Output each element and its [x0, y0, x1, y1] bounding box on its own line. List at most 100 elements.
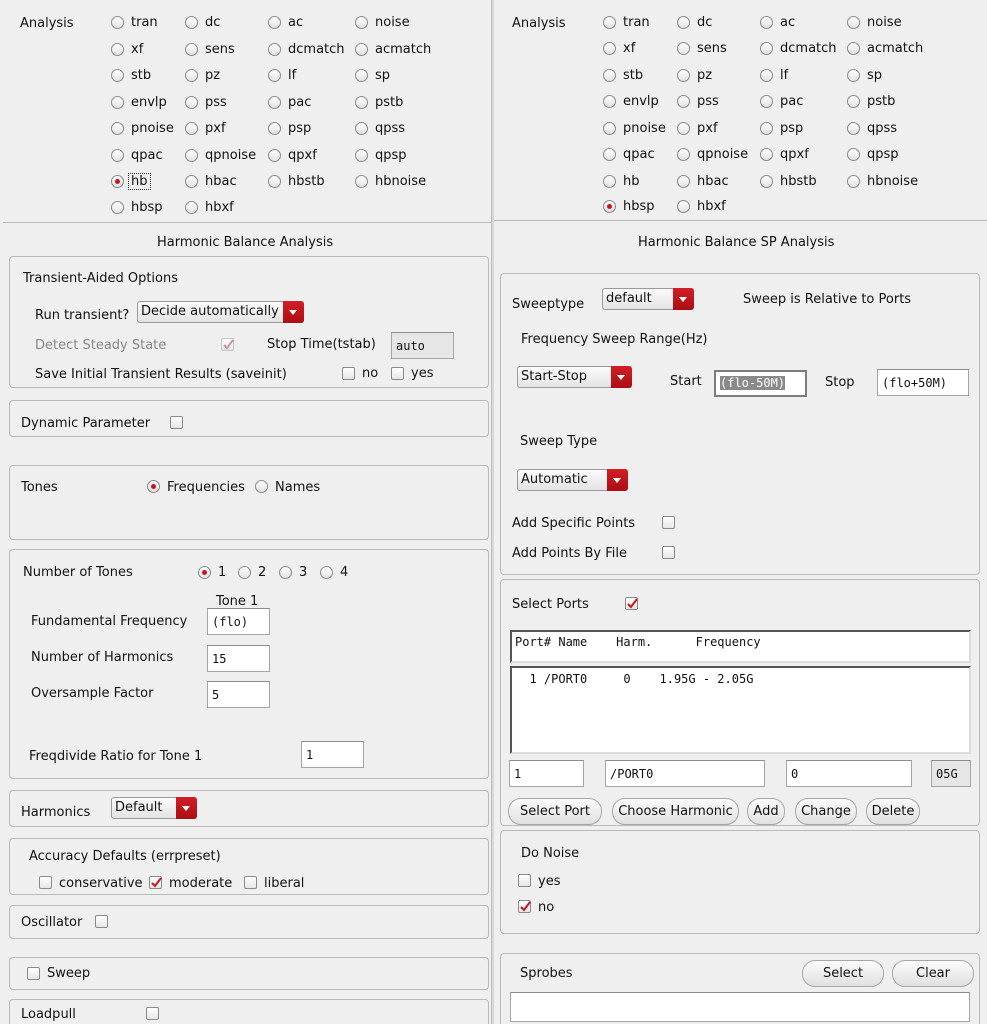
- analysis-radio-acmatch[interactable]: [355, 43, 368, 56]
- analysis-radio-tran[interactable]: [111, 16, 124, 29]
- analysis-radio-hbstb[interactable]: [268, 175, 281, 188]
- analysis-radio-hbstb[interactable]: [760, 175, 773, 188]
- noise-yes-checkbox[interactable]: [518, 874, 531, 887]
- moderate-checkbox[interactable]: [149, 876, 162, 889]
- delete-button[interactable]: Delete: [866, 798, 920, 825]
- analysis-radio-pz[interactable]: [185, 69, 198, 82]
- sprobes-select-button[interactable]: Select: [802, 960, 884, 987]
- tone-count-radio-4[interactable]: [320, 566, 333, 579]
- oversample-factor-field[interactable]: 5: [207, 681, 270, 708]
- analysis-radio-hbac[interactable]: [677, 175, 690, 188]
- change-button[interactable]: Change: [795, 798, 857, 825]
- tone-count-radio-2[interactable]: [238, 566, 251, 579]
- analysis-radio-hbxf[interactable]: [677, 200, 690, 213]
- run-transient-select[interactable]: Decide automatically: [137, 301, 304, 323]
- select-ports-checkbox[interactable]: [625, 597, 638, 610]
- analysis-radio-pstb[interactable]: [847, 95, 860, 108]
- save-yes-checkbox[interactable]: [391, 367, 404, 380]
- analysis-radio-qpsp[interactable]: [355, 149, 368, 162]
- ports-table[interactable]: 1 /PORT0 0 1.95G - 2.05G: [510, 666, 971, 754]
- analysis-radio-hbsp[interactable]: [603, 200, 616, 213]
- analysis-radio-dcmatch[interactable]: [268, 43, 281, 56]
- analysis-radio-ac[interactable]: [760, 16, 773, 29]
- add-specific-points-checkbox[interactable]: [662, 516, 675, 529]
- analysis-radio-pac[interactable]: [760, 95, 773, 108]
- analysis-radio-envlp[interactable]: [603, 95, 616, 108]
- analysis-radio-hbnoise[interactable]: [847, 175, 860, 188]
- analysis-radio-pxf[interactable]: [185, 122, 198, 135]
- analysis-radio-stb[interactable]: [111, 69, 124, 82]
- conservative-checkbox[interactable]: [39, 876, 52, 889]
- analysis-radio-pss[interactable]: [185, 96, 198, 109]
- analysis-radio-qpsp[interactable]: [847, 148, 860, 161]
- fundamental-frequency-field[interactable]: (flo): [207, 608, 270, 635]
- analysis-radio-pss[interactable]: [677, 95, 690, 108]
- analysis-radio-qpss[interactable]: [355, 122, 368, 135]
- analysis-radio-sp[interactable]: [847, 69, 860, 82]
- tones-frequencies-radio[interactable]: [147, 480, 160, 493]
- analysis-radio-qpac[interactable]: [603, 148, 616, 161]
- analysis-radio-pxf[interactable]: [677, 122, 690, 135]
- analysis-radio-dc[interactable]: [677, 16, 690, 29]
- ports-table-row[interactable]: 1 /PORT0 0 1.95G - 2.05G: [515, 672, 753, 686]
- analysis-radio-qpnoise[interactable]: [185, 149, 198, 162]
- sweep-type-select[interactable]: Automatic: [517, 469, 628, 491]
- liberal-checkbox[interactable]: [244, 876, 257, 889]
- analysis-radio-hbac[interactable]: [185, 175, 198, 188]
- analysis-radio-pz[interactable]: [677, 69, 690, 82]
- analysis-radio-xf[interactable]: [603, 42, 616, 55]
- analysis-radio-pnoise[interactable]: [111, 122, 124, 135]
- analysis-radio-sp[interactable]: [355, 69, 368, 82]
- analysis-radio-lf[interactable]: [268, 69, 281, 82]
- stop-time-field[interactable]: auto: [391, 332, 454, 359]
- analysis-radio-sens[interactable]: [677, 42, 690, 55]
- sprobes-field[interactable]: [510, 992, 970, 1022]
- analysis-radio-acmatch[interactable]: [847, 42, 860, 55]
- port-harmonic-field[interactable]: 0: [786, 760, 912, 787]
- port-name-field[interactable]: /PORT0: [605, 760, 765, 787]
- harmonics-select[interactable]: Default: [111, 797, 197, 819]
- stop-field[interactable]: (flo+50M): [877, 369, 969, 396]
- loadpull-checkbox[interactable]: [146, 1007, 159, 1020]
- number-of-harmonics-field[interactable]: 15: [207, 645, 270, 672]
- choose-harmonic-button[interactable]: Choose Harmonic: [612, 798, 739, 825]
- detect-steady-state-checkbox[interactable]: [221, 338, 234, 351]
- save-no-checkbox[interactable]: [342, 367, 355, 380]
- analysis-radio-pac[interactable]: [268, 96, 281, 109]
- range-mode-select[interactable]: Start-Stop: [517, 366, 632, 388]
- oscillator-checkbox[interactable]: [95, 915, 108, 928]
- analysis-radio-psp[interactable]: [268, 122, 281, 135]
- sprobes-clear-button[interactable]: Clear: [892, 960, 974, 987]
- noise-no-checkbox[interactable]: [518, 900, 531, 913]
- freqdivide-ratio-field[interactable]: 1: [301, 741, 364, 768]
- analysis-radio-psp[interactable]: [760, 122, 773, 135]
- analysis-radio-qpss[interactable]: [847, 122, 860, 135]
- analysis-radio-noise[interactable]: [847, 16, 860, 29]
- sweeptype-select[interactable]: default: [602, 288, 694, 310]
- tone-count-radio-3[interactable]: [279, 566, 292, 579]
- sweep-checkbox[interactable]: [27, 967, 40, 980]
- analysis-radio-hbsp[interactable]: [111, 201, 124, 214]
- select-port-button[interactable]: Select Port: [508, 798, 602, 825]
- analysis-radio-tran[interactable]: [603, 16, 616, 29]
- analysis-radio-stb[interactable]: [603, 69, 616, 82]
- add-button[interactable]: Add: [747, 798, 785, 825]
- analysis-radio-envlp[interactable]: [111, 96, 124, 109]
- analysis-radio-lf[interactable]: [760, 69, 773, 82]
- analysis-radio-hb[interactable]: [111, 175, 124, 188]
- analysis-radio-qpac[interactable]: [111, 149, 124, 162]
- analysis-radio-hb[interactable]: [603, 175, 616, 188]
- analysis-radio-pstb[interactable]: [355, 96, 368, 109]
- analysis-radio-qpxf[interactable]: [760, 148, 773, 161]
- add-points-by-file-checkbox[interactable]: [662, 546, 675, 559]
- analysis-radio-qpnoise[interactable]: [677, 148, 690, 161]
- dynamic-parameter-checkbox[interactable]: [170, 416, 183, 429]
- analysis-radio-dcmatch[interactable]: [760, 42, 773, 55]
- analysis-radio-hbnoise[interactable]: [355, 175, 368, 188]
- analysis-radio-xf[interactable]: [111, 43, 124, 56]
- tone-count-radio-1[interactable]: [198, 566, 211, 579]
- analysis-radio-qpxf[interactable]: [268, 149, 281, 162]
- analysis-radio-hbxf[interactable]: [185, 201, 198, 214]
- start-field[interactable]: (flo-50M): [714, 370, 807, 397]
- analysis-radio-dc[interactable]: [185, 16, 198, 29]
